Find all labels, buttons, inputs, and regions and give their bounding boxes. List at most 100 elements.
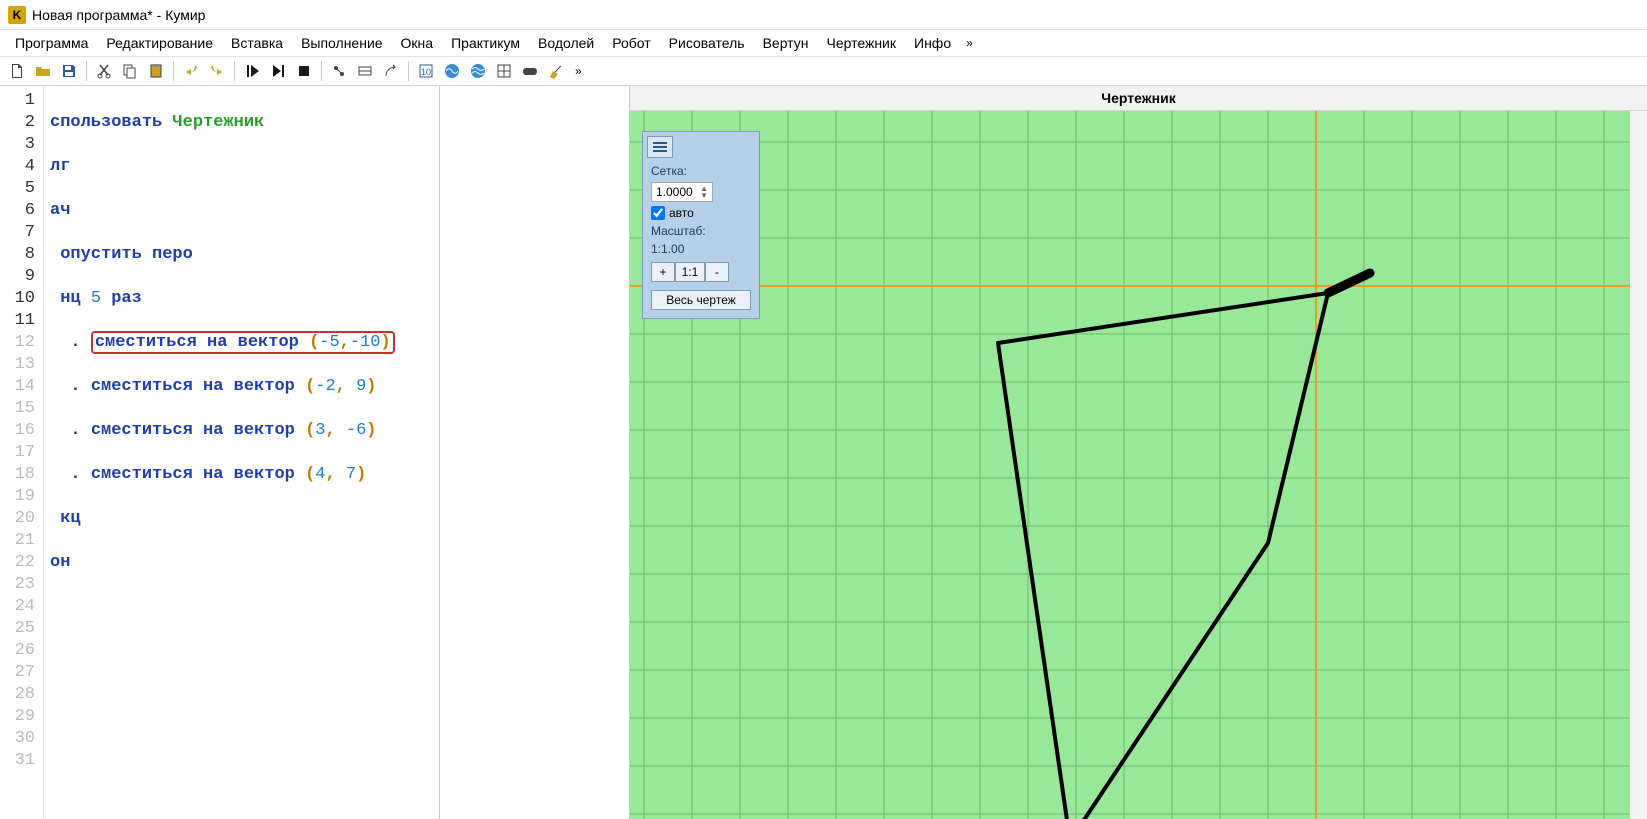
code-module: Чертежник <box>172 113 264 132</box>
grid-spin[interactable]: 1.0000▲▼ <box>651 182 713 202</box>
zoom-reset-button[interactable]: 1:1 <box>675 262 705 282</box>
title-bar: K Новая программа* - Кумир <box>0 0 1647 30</box>
toolbar-separator <box>173 61 174 81</box>
canvas-control-panel: Сетка: 1.0000▲▼ авто Масштаб: 1:1.00 + 1… <box>642 131 760 319</box>
toolbar: 10 » <box>0 56 1647 86</box>
menu-vertun[interactable]: Вертун <box>754 32 818 54</box>
undo-icon[interactable] <box>180 60 202 82</box>
auto-checkbox[interactable] <box>651 206 665 220</box>
line-number: 19 <box>0 486 43 508</box>
line-number: 24 <box>0 596 43 618</box>
code-keyword: ач <box>50 201 70 220</box>
code-dot: . <box>70 465 80 484</box>
tool-b-icon[interactable] <box>354 60 376 82</box>
redo-icon[interactable] <box>206 60 228 82</box>
line-number: 8 <box>0 244 43 266</box>
line-number: 29 <box>0 706 43 728</box>
line-number: 12 <box>0 332 43 354</box>
line-number: 13 <box>0 354 43 376</box>
line-number: 7 <box>0 222 43 244</box>
tool-wave2-icon[interactable] <box>467 60 489 82</box>
code-keyword: сместиться на вектор <box>91 421 295 440</box>
highlighted-line: сместиться на вектор (-5,-10) <box>91 331 395 354</box>
menu-bar: Программа Редактирование Вставка Выполне… <box>0 30 1647 56</box>
grid-label: Сетка: <box>643 162 759 180</box>
code-dot: . <box>70 333 80 352</box>
code-keyword: кц <box>60 509 80 528</box>
tool-c-icon[interactable] <box>380 60 402 82</box>
code-keyword: раз <box>111 289 142 308</box>
drawing-canvas <box>630 111 1630 819</box>
tool-gamepad-icon[interactable] <box>519 60 541 82</box>
line-number: 2 <box>0 112 43 134</box>
line-number: 20 <box>0 508 43 530</box>
line-number: 3 <box>0 134 43 156</box>
fit-all-button[interactable]: Весь чертеж <box>651 290 751 310</box>
menu-practice[interactable]: Практикум <box>442 32 529 54</box>
toolbar-separator <box>408 61 409 81</box>
line-number: 5 <box>0 178 43 200</box>
code-keyword: сместиться на вектор <box>91 377 295 396</box>
step-icon[interactable] <box>267 60 289 82</box>
code-keyword: спользовать <box>50 113 162 132</box>
menu-windows[interactable]: Окна <box>392 32 443 54</box>
copy-icon[interactable] <box>119 60 141 82</box>
toolbar-more-icon[interactable]: » <box>571 64 586 78</box>
cut-icon[interactable] <box>93 60 115 82</box>
line-number: 1 <box>0 90 43 112</box>
zoom-in-button[interactable]: + <box>651 262 675 282</box>
auto-label: авто <box>669 206 694 220</box>
tool-wave-icon[interactable] <box>441 60 463 82</box>
toolbar-separator <box>86 61 87 81</box>
code-keyword: лг <box>50 157 70 176</box>
line-number: 31 <box>0 750 43 772</box>
menu-robot[interactable]: Робот <box>603 32 659 54</box>
menu-info[interactable]: Инфо <box>905 32 960 54</box>
tool-grid2-icon[interactable] <box>493 60 515 82</box>
menu-chertezhnik[interactable]: Чертежник <box>817 32 905 54</box>
zoom-out-button[interactable]: - <box>705 262 729 282</box>
toolbar-separator <box>321 61 322 81</box>
code-dot: . <box>70 377 80 396</box>
tool-a-icon[interactable] <box>328 60 350 82</box>
scale-label: Масштаб: <box>643 222 759 240</box>
paste-icon[interactable] <box>145 60 167 82</box>
content-area: 1234567891011121314151617181920212223242… <box>0 86 1647 819</box>
line-number: 18 <box>0 464 43 486</box>
canvas-holder[interactable]: Сетка: 1.0000▲▼ авто Масштаб: 1:1.00 + 1… <box>630 111 1647 819</box>
line-number: 30 <box>0 728 43 750</box>
stop-icon[interactable] <box>293 60 315 82</box>
code-editor[interactable]: спользовать Чертежник лг ач опустить пер… <box>44 86 439 819</box>
code-keyword: нц <box>60 289 80 308</box>
line-number: 28 <box>0 684 43 706</box>
panel-menu-icon[interactable] <box>647 136 673 158</box>
line-number: 17 <box>0 442 43 464</box>
app-logo-icon: K <box>8 6 26 24</box>
canvas-pane: Чертежник Сетка: 1.0000▲▼ авто Масштаб: … <box>630 86 1647 819</box>
open-file-icon[interactable] <box>32 60 54 82</box>
grid-spin-value: 1.0000 <box>656 185 693 199</box>
window-title: Новая программа* - Кумир <box>32 7 205 23</box>
menu-program[interactable]: Программа <box>6 32 97 54</box>
line-number: 26 <box>0 640 43 662</box>
line-number: 27 <box>0 662 43 684</box>
tool-grid1-icon[interactable]: 10 <box>415 60 437 82</box>
tool-brush-icon[interactable] <box>545 60 567 82</box>
line-number: 16 <box>0 420 43 442</box>
code-keyword: он <box>50 553 70 572</box>
code-number: 5 <box>91 289 101 308</box>
menu-vodoley[interactable]: Водолей <box>529 32 603 54</box>
run-icon[interactable] <box>241 60 263 82</box>
menu-insert[interactable]: Вставка <box>222 32 292 54</box>
menu-run[interactable]: Выполнение <box>292 32 391 54</box>
line-number: 14 <box>0 376 43 398</box>
menu-more-icon[interactable]: » <box>960 33 979 53</box>
save-file-icon[interactable] <box>58 60 80 82</box>
menu-edit[interactable]: Редактирование <box>97 32 222 54</box>
line-number: 15 <box>0 398 43 420</box>
menu-risovatel[interactable]: Рисователь <box>660 32 754 54</box>
code-keyword: опустить перо <box>60 245 193 264</box>
line-number: 22 <box>0 552 43 574</box>
new-file-icon[interactable] <box>6 60 28 82</box>
line-number: 6 <box>0 200 43 222</box>
